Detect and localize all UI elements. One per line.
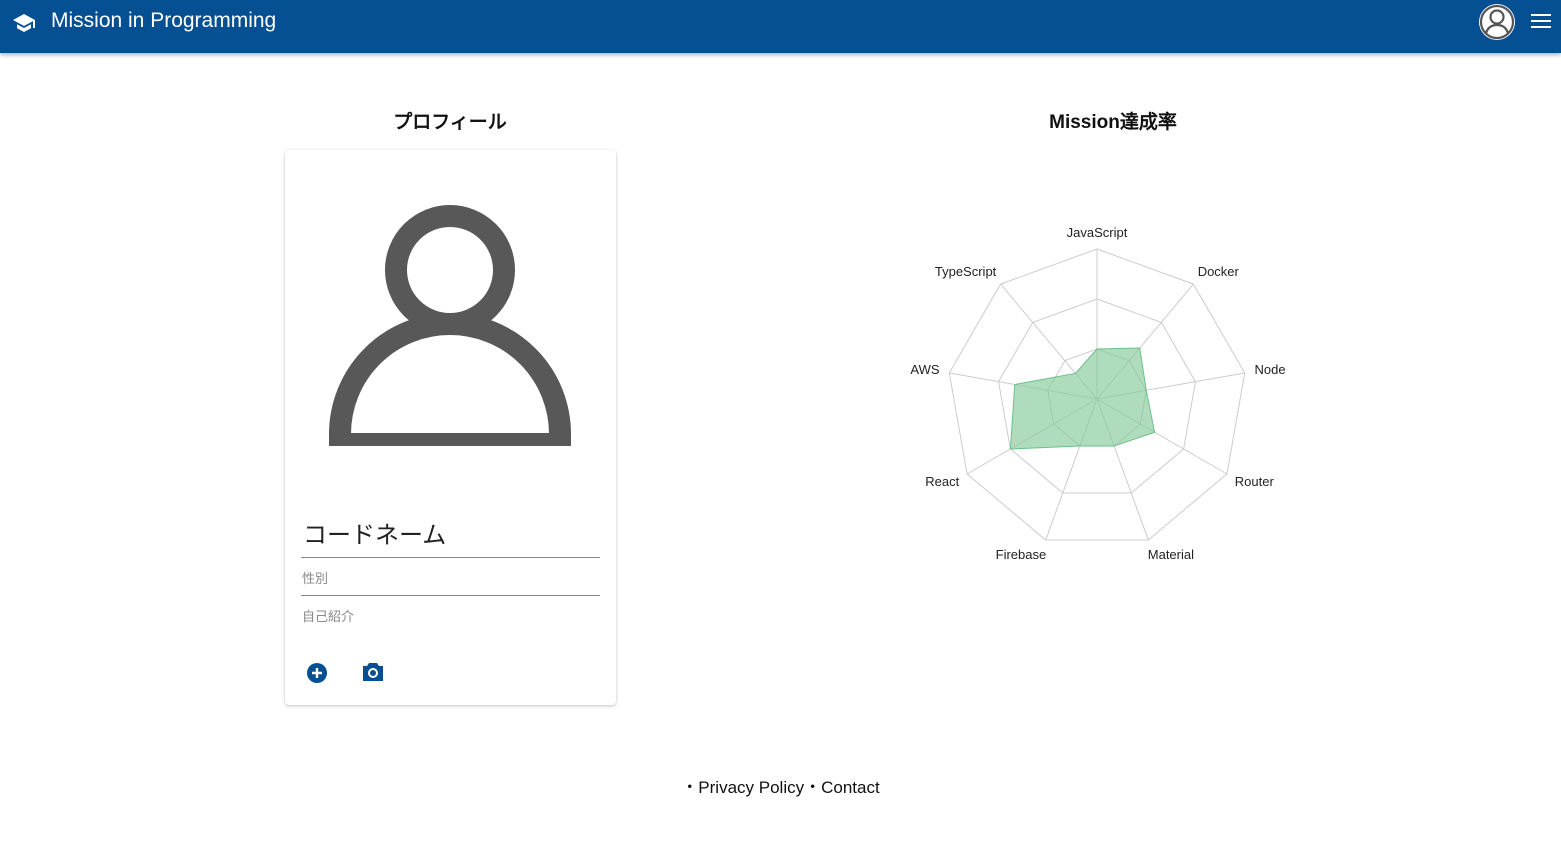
- axis-label: Docker: [1198, 264, 1240, 279]
- axis-label: Firebase: [996, 547, 1047, 562]
- add-circle-icon[interactable]: [306, 662, 328, 684]
- privacy-policy-link[interactable]: ・Privacy Policy: [681, 778, 804, 797]
- graduation-cap-icon: [13, 14, 35, 32]
- account-button[interactable]: [1479, 4, 1515, 40]
- avatar-placeholder-icon[interactable]: [329, 204, 571, 446]
- axis-label: Router: [1235, 474, 1275, 489]
- axis-label: React: [925, 474, 959, 489]
- axis-label: Material: [1148, 547, 1194, 562]
- contact-link[interactable]: ・Contact: [804, 778, 880, 797]
- app-bar: Mission in Programming: [0, 0, 1561, 53]
- profile-card: コードネーム 性別 自己紹介: [285, 150, 616, 705]
- gender-field[interactable]: 性別: [301, 558, 600, 596]
- camera-icon[interactable]: [362, 662, 384, 682]
- mission-heading: Mission達成率: [1049, 112, 1177, 133]
- radar-chart: JavaScript Docker Node Router Material Fireba…: [910, 225, 1285, 562]
- axis-label: JavaScript: [1067, 225, 1128, 240]
- axis-label: Node: [1254, 362, 1285, 377]
- data-area: [1009, 347, 1156, 450]
- self-intro-field[interactable]: 自己紹介: [302, 606, 354, 625]
- footer: ・Privacy Policy・Contact: [0, 773, 1561, 798]
- profile-heading: プロフィール: [393, 112, 507, 133]
- codename-field[interactable]: コードネーム: [301, 515, 600, 558]
- account-circle-icon: [1479, 4, 1515, 40]
- axis-label: TypeScript: [935, 264, 997, 279]
- app-title[interactable]: Mission in Programming: [51, 9, 276, 33]
- menu-icon[interactable]: [1531, 14, 1551, 30]
- axis-label: AWS: [910, 362, 939, 377]
